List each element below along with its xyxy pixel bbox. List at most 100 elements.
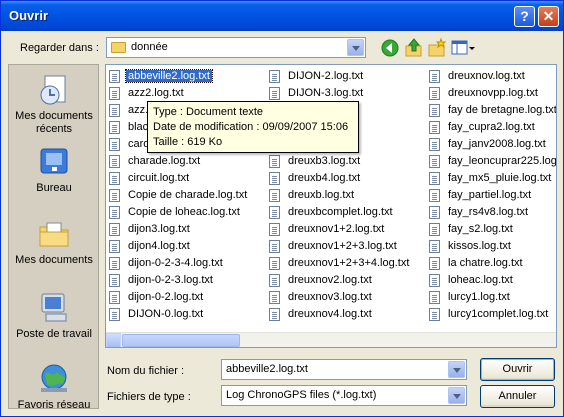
filetype-dropdown[interactable]: Log ChronoGPS files (*.log.txt): [221, 385, 467, 406]
file-name: DIJON-0.log.txt: [128, 308, 204, 320]
file-item[interactable]: Copie de loheac.log.txt: [108, 205, 268, 222]
file-item[interactable]: dijon4.log.txt: [108, 239, 268, 256]
text-file-icon: [429, 155, 440, 168]
file-name: dreuxnovpp.log.txt: [448, 87, 538, 99]
file-name: Copie de loheac.log.txt: [128, 206, 240, 218]
chevron-down-icon[interactable]: [448, 387, 465, 404]
text-file-icon: [269, 223, 280, 236]
open-button[interactable]: Ouvrir: [480, 358, 555, 381]
place-my-computer[interactable]: Poste de travail: [9, 291, 99, 341]
file-item[interactable]: dijon-0-2-3-4.log.txt: [108, 256, 268, 273]
file-item[interactable]: kissos.log.txt: [428, 239, 556, 256]
text-file-icon: [429, 240, 440, 253]
file-item[interactable]: fay_janv2008.log.txt: [428, 137, 556, 154]
file-name: dreuxb4.log.txt: [288, 172, 361, 184]
file-name: dreuxb3.log.txt: [288, 155, 361, 167]
title-bar[interactable]: Ouvrir ? ✕: [1, 1, 563, 31]
chevron-down-icon[interactable]: [448, 361, 465, 378]
text-file-icon: [429, 274, 440, 287]
horizontal-scrollbar[interactable]: [106, 332, 556, 347]
text-file-icon: [269, 87, 280, 100]
file-name: DIJON-2.log.txt: [288, 70, 364, 82]
file-item[interactable]: dreuxnov.log.txt: [428, 69, 556, 86]
file-item[interactable]: lurcy1complet.log.txt: [428, 307, 556, 324]
filename-input[interactable]: abbeville2.log.txt: [221, 359, 467, 380]
view-menu-button[interactable]: [450, 37, 476, 59]
file-item[interactable]: fay_mx5_pluie.log.txt: [428, 171, 556, 188]
chevron-down-icon[interactable]: [347, 39, 364, 56]
file-item[interactable]: DIJON-2.log.txt: [268, 69, 428, 86]
file-item[interactable]: fay_partiel.log.txt: [428, 188, 556, 205]
text-file-icon: [269, 206, 280, 219]
file-item[interactable]: loheac.log.txt: [428, 273, 556, 290]
up-folder-button[interactable]: [403, 37, 425, 59]
file-item[interactable]: DIJON-0.log.txt: [108, 307, 268, 324]
scroll-thumb[interactable]: [122, 334, 240, 347]
look-in-dropdown[interactable]: donnée: [106, 37, 366, 58]
file-item[interactable]: lurcy1.log.txt: [428, 290, 556, 307]
text-file-icon: [109, 155, 120, 168]
file-item[interactable]: dijon3.log.txt: [108, 222, 268, 239]
file-item[interactable]: fay de bretagne.log.txt: [428, 103, 557, 120]
text-file-icon: [429, 104, 440, 117]
text-file-icon: [269, 70, 280, 83]
file-item[interactable]: dreuxnov1+2+3+4.log.txt: [268, 256, 428, 273]
file-item[interactable]: circuit.log.txt: [108, 171, 268, 188]
place-label: Bureau: [36, 182, 72, 194]
file-name: lurcy1.log.txt: [448, 291, 510, 303]
text-file-icon: [429, 138, 440, 151]
file-item[interactable]: charade.log.txt: [108, 154, 268, 171]
text-file-icon: [109, 138, 120, 151]
file-name: kissos.log.txt: [448, 240, 511, 252]
help-button[interactable]: ?: [514, 6, 535, 27]
file-name: dreuxnov2.log.txt: [288, 274, 372, 286]
file-name: dijon-0-2.log.txt: [128, 291, 204, 303]
scroll-left-button[interactable]: [106, 333, 121, 347]
close-button[interactable]: ✕: [538, 6, 559, 27]
text-file-icon: [269, 155, 280, 168]
file-item[interactable]: dreuxnov1+2.log.txt: [268, 222, 428, 239]
new-folder-button[interactable]: [426, 37, 448, 59]
place-recent-documents[interactable]: Mes documents récents: [9, 73, 99, 136]
file-column: dreuxnov.log.txt dreuxnovpp.log.txt fay de…: [428, 69, 557, 324]
file-item[interactable]: dreuxnovpp.log.txt: [428, 86, 556, 103]
file-item[interactable]: abbeville2.log.txt: [108, 69, 268, 86]
back-button[interactable]: [379, 37, 401, 59]
text-file-icon: [269, 291, 280, 304]
file-item[interactable]: fay_leoncuprar225.log: [428, 154, 556, 171]
file-name: fay_s2.log.txt: [448, 223, 513, 235]
filetype-label: Fichiers de type :: [107, 391, 191, 403]
file-item[interactable]: dreuxnov4.log.txt: [268, 307, 428, 324]
file-item[interactable]: dijon-0-2-3.log.txt: [108, 273, 268, 290]
file-name: dreuxnov4.log.txt: [288, 308, 372, 320]
look-in-value: donnée: [131, 41, 168, 53]
text-file-icon: [269, 257, 280, 270]
desktop-icon: [37, 145, 71, 179]
file-item[interactable]: Copie de charade.log.txt: [108, 188, 268, 205]
file-item[interactable]: dreuxb.log.txt: [268, 188, 428, 205]
file-item[interactable]: dreuxb4.log.txt: [268, 171, 428, 188]
place-my-documents[interactable]: Mes documents: [9, 217, 99, 267]
file-name: circuit.log.txt: [128, 172, 190, 184]
file-item[interactable]: dijon-0-2.log.txt: [108, 290, 268, 307]
cancel-button[interactable]: Annuler: [480, 385, 555, 408]
file-name: fay_partiel.log.txt: [448, 189, 532, 201]
file-name: charade.log.txt: [128, 155, 201, 167]
file-item[interactable]: dreuxbcomplet.log.txt: [268, 205, 428, 222]
my-documents-icon: [37, 217, 71, 251]
file-item[interactable]: la chatre.log.txt: [428, 256, 556, 273]
place-label: Mes documents récents: [15, 110, 93, 135]
file-item[interactable]: fay_s2.log.txt: [428, 222, 556, 239]
file-name: fay de bretagne.log.txt: [448, 104, 557, 116]
place-network[interactable]: Favoris réseau: [9, 362, 99, 412]
file-item[interactable]: dreuxb3.log.txt: [268, 154, 428, 171]
file-item[interactable]: fay_cupra2.log.txt: [428, 120, 556, 137]
file-item[interactable]: fay_rs4v8.log.txt: [428, 205, 556, 222]
text-file-icon: [109, 274, 120, 287]
file-item[interactable]: dreuxnov1+2+3.log.txt: [268, 239, 428, 256]
place-desktop[interactable]: Bureau: [9, 145, 99, 195]
file-item[interactable]: dreuxnov3.log.txt: [268, 290, 428, 307]
text-file-icon: [269, 308, 280, 321]
file-name: dreuxnov1+2+3+4.log.txt: [288, 257, 410, 269]
file-item[interactable]: dreuxnov2.log.txt: [268, 273, 428, 290]
